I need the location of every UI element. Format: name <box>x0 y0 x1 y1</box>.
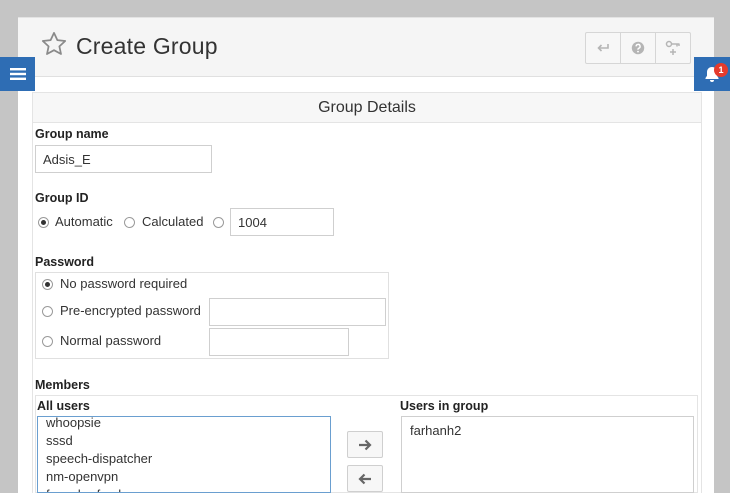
help-button[interactable] <box>620 32 656 64</box>
members-label: Members <box>35 378 90 392</box>
normal-password-label: Normal password <box>60 333 162 348</box>
group-name-value: Adsis_E <box>43 151 91 167</box>
return-arrow-icon <box>597 44 609 52</box>
group-name-input[interactable]: Adsis_E <box>35 145 212 173</box>
no-password-label: No password required <box>60 276 188 291</box>
notification-badge: 1 <box>714 63 728 77</box>
list-item[interactable]: sssd <box>46 433 73 448</box>
normal-password-radio[interactable] <box>42 336 53 347</box>
group-id-manual-radio[interactable] <box>213 217 224 228</box>
group-id-label: Group ID <box>35 191 89 205</box>
pre-encrypted-radio[interactable] <box>42 306 53 317</box>
configure-button[interactable] <box>655 32 691 64</box>
star-icon[interactable] <box>40 30 68 58</box>
arrow-right-icon <box>359 439 372 450</box>
list-item[interactable]: farhanh2 <box>410 423 461 438</box>
page-header: Create Group <box>18 18 714 77</box>
main-panel: Create Group Group Details Group name Ad… <box>18 17 714 493</box>
add-to-group-button[interactable] <box>347 431 383 458</box>
all-users-label: All users <box>37 399 90 413</box>
list-item[interactable]: speech-dispatcher <box>46 451 152 466</box>
group-id-automatic-label: Automatic <box>55 214 113 229</box>
arrow-left-icon <box>358 473 371 484</box>
list-item[interactable]: whoopsie <box>46 417 101 430</box>
group-id-calculated-label: Calculated <box>142 214 204 229</box>
normal-password-input[interactable] <box>209 328 349 356</box>
pre-encrypted-label: Pre-encrypted password <box>60 303 201 318</box>
group-id-automatic-radio[interactable] <box>38 217 49 228</box>
pre-encrypted-input[interactable] <box>209 298 386 326</box>
hamburger-menu-icon <box>9 68 26 80</box>
page-title: Create Group <box>76 33 218 59</box>
key-plus-icon <box>665 40 680 55</box>
group-id-calculated-radio[interactable] <box>124 217 135 228</box>
list-item[interactable]: fwupd-refresh <box>46 487 125 492</box>
group-id-value: 1004 <box>238 214 267 230</box>
header-action-group <box>585 32 691 64</box>
notifications-button[interactable]: 1 <box>694 57 730 91</box>
group-form: Group Details Group name Adsis_E Group I… <box>32 92 702 493</box>
users-in-group-listbox[interactable]: farhanh2 <box>401 416 694 493</box>
question-circle-icon <box>631 41 645 55</box>
section-header: Group Details <box>33 92 701 123</box>
window-top-strip <box>0 0 730 17</box>
password-label: Password <box>35 255 95 269</box>
back-button[interactable] <box>585 32 621 64</box>
all-users-listbox[interactable]: whoopsie sssd speech-dispatcher nm-openv… <box>37 416 331 493</box>
users-in-group-label: Users in group <box>400 399 489 413</box>
no-password-radio[interactable] <box>42 279 53 290</box>
menu-button[interactable] <box>0 57 35 91</box>
group-id-input[interactable]: 1004 <box>230 208 334 236</box>
remove-from-group-button[interactable] <box>347 465 383 492</box>
list-item[interactable]: nm-openvpn <box>46 469 118 484</box>
group-name-label: Group name <box>35 127 109 141</box>
